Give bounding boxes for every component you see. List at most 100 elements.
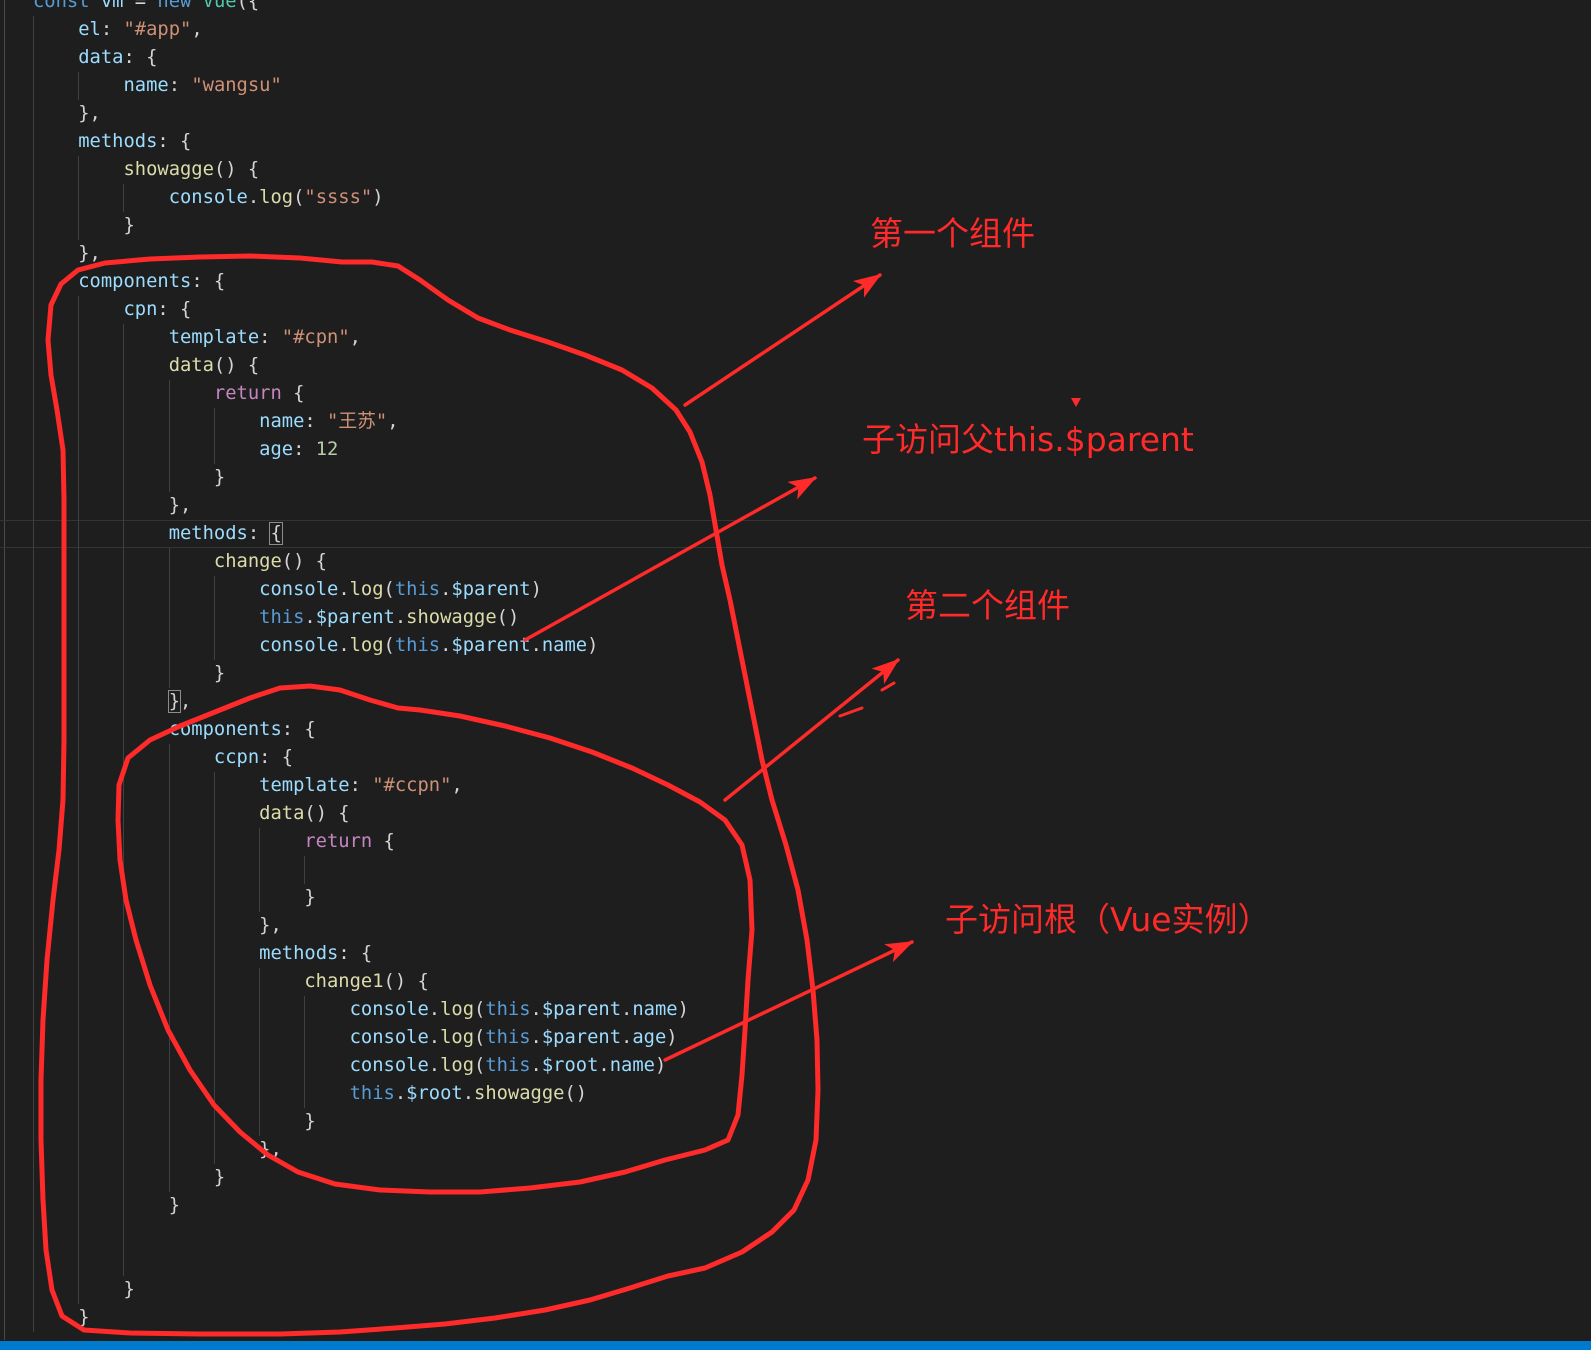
code-token: }, xyxy=(168,495,192,516)
code-token: } xyxy=(123,215,135,236)
code-line[interactable]: methods: { xyxy=(0,128,1591,156)
code-line[interactable]: } xyxy=(0,1192,1591,1220)
code-line[interactable]: } xyxy=(0,1304,1591,1332)
code-token: "#app" xyxy=(123,19,192,40)
code-line[interactable]: change() { xyxy=(0,548,1591,576)
code-line[interactable]: }, xyxy=(0,492,1591,520)
code-token: () { xyxy=(304,803,350,824)
code-line[interactable]: } xyxy=(0,1164,1591,1192)
code-line[interactable]: showagge() { xyxy=(0,156,1591,184)
code-token: return xyxy=(304,831,373,852)
code-token: . xyxy=(462,1083,475,1104)
code-line[interactable]: components: { xyxy=(0,268,1591,296)
status-bar xyxy=(0,1341,1591,1350)
code-line[interactable]: console.log(this.$parent.name) xyxy=(0,996,1591,1024)
code-token: } xyxy=(304,1111,316,1132)
code-line[interactable]: } xyxy=(0,660,1591,688)
code-token: $parent xyxy=(315,607,395,628)
code-token: log xyxy=(440,1027,474,1048)
code-line[interactable]: components: { xyxy=(0,716,1591,744)
code-line[interactable]: } xyxy=(0,464,1591,492)
code-line[interactable]: data() { xyxy=(0,352,1591,380)
code-token: : xyxy=(100,19,124,40)
code-area[interactable]: const vm = new Vue({ el: "#app", data: {… xyxy=(0,0,1591,1332)
code-line[interactable]: el: "#app", xyxy=(0,16,1591,44)
code-line[interactable]: data: { xyxy=(0,44,1591,72)
code-token: name xyxy=(632,999,678,1020)
code-line[interactable]: this.$parent.showagge() xyxy=(0,604,1591,632)
code-token: ( xyxy=(383,635,395,656)
code-token: . xyxy=(428,1055,441,1076)
code-line[interactable]: cpn: { xyxy=(0,296,1591,324)
code-token: }, xyxy=(78,243,101,264)
code-line[interactable]: console.log(this.$parent.age) xyxy=(0,1024,1591,1052)
code-line[interactable]: console.log(this.$parent) xyxy=(0,576,1591,604)
code-token: name xyxy=(123,75,169,96)
code-token: , xyxy=(349,327,361,348)
code-line[interactable]: }, xyxy=(0,240,1591,268)
code-editor[interactable]: const vm = new Vue({ el: "#app", data: {… xyxy=(0,0,1591,1350)
code-line[interactable]: console.log("ssss") xyxy=(0,184,1591,212)
code-token: : xyxy=(259,327,282,348)
code-token: "#cpn" xyxy=(281,327,350,348)
code-line[interactable]: name: "wangsu" xyxy=(0,72,1591,100)
code-line[interactable]: const vm = new Vue({ xyxy=(0,0,1591,16)
code-line[interactable]: console.log(this.$root.name) xyxy=(0,1052,1591,1080)
code-token: , xyxy=(191,19,203,40)
code-line[interactable]: data() { xyxy=(0,800,1591,828)
code-line[interactable]: } xyxy=(0,212,1591,240)
matched-bracket: } xyxy=(167,690,182,713)
code-token: ccpn xyxy=(213,747,260,768)
code-line[interactable]: this.$root.showagge() xyxy=(0,1080,1591,1108)
code-token: console xyxy=(349,1055,429,1076)
code-line[interactable] xyxy=(0,1220,1591,1248)
code-token: console xyxy=(349,999,429,1020)
code-token: } xyxy=(213,467,226,488)
code-line[interactable]: age: 12 xyxy=(0,436,1591,464)
code-line[interactable]: }, xyxy=(0,1136,1591,1164)
code-token: change1 xyxy=(304,971,384,992)
code-line[interactable]: }, xyxy=(0,100,1591,128)
code-line[interactable]: change1() { xyxy=(0,968,1591,996)
second-component-label: 第二个组件 xyxy=(905,586,1070,625)
indent-guide xyxy=(123,1220,125,1248)
code-token: $root xyxy=(541,1055,599,1076)
code-line[interactable]: return { xyxy=(0,828,1591,856)
code-line[interactable]: return { xyxy=(0,380,1591,408)
code-line[interactable]: } xyxy=(0,884,1591,912)
code-token: this xyxy=(394,635,441,656)
code-line[interactable]: } xyxy=(0,1108,1591,1136)
code-token: . xyxy=(394,1083,407,1104)
code-token: data xyxy=(259,803,305,824)
code-line[interactable]: } xyxy=(0,1276,1591,1304)
code-token: . xyxy=(530,635,542,656)
code-line[interactable]: name: "王苏", xyxy=(0,408,1591,436)
code-token: $parent xyxy=(541,1027,622,1048)
code-line[interactable]: template: "#cpn", xyxy=(0,324,1591,352)
indent-guide xyxy=(213,856,215,884)
code-line[interactable]: template: "#ccpn", xyxy=(0,772,1591,800)
code-line[interactable]: ccpn: { xyxy=(0,744,1591,772)
code-line[interactable] xyxy=(0,1248,1591,1276)
code-token: () xyxy=(564,1083,588,1104)
indent-guide xyxy=(123,856,125,884)
code-line[interactable]: }, xyxy=(0,688,1591,716)
code-token: ) xyxy=(666,1027,678,1048)
code-token: console xyxy=(349,1027,429,1048)
code-token: methods xyxy=(259,943,339,964)
code-line[interactable] xyxy=(0,856,1591,884)
code-line[interactable]: }, xyxy=(0,912,1591,940)
code-line[interactable]: methods: { xyxy=(0,940,1591,968)
code-line[interactable]: methods: { xyxy=(0,520,1591,548)
code-token: ( xyxy=(474,999,486,1020)
code-token: } xyxy=(213,663,226,684)
code-line[interactable]: console.log(this.$parent.name) xyxy=(0,632,1591,660)
